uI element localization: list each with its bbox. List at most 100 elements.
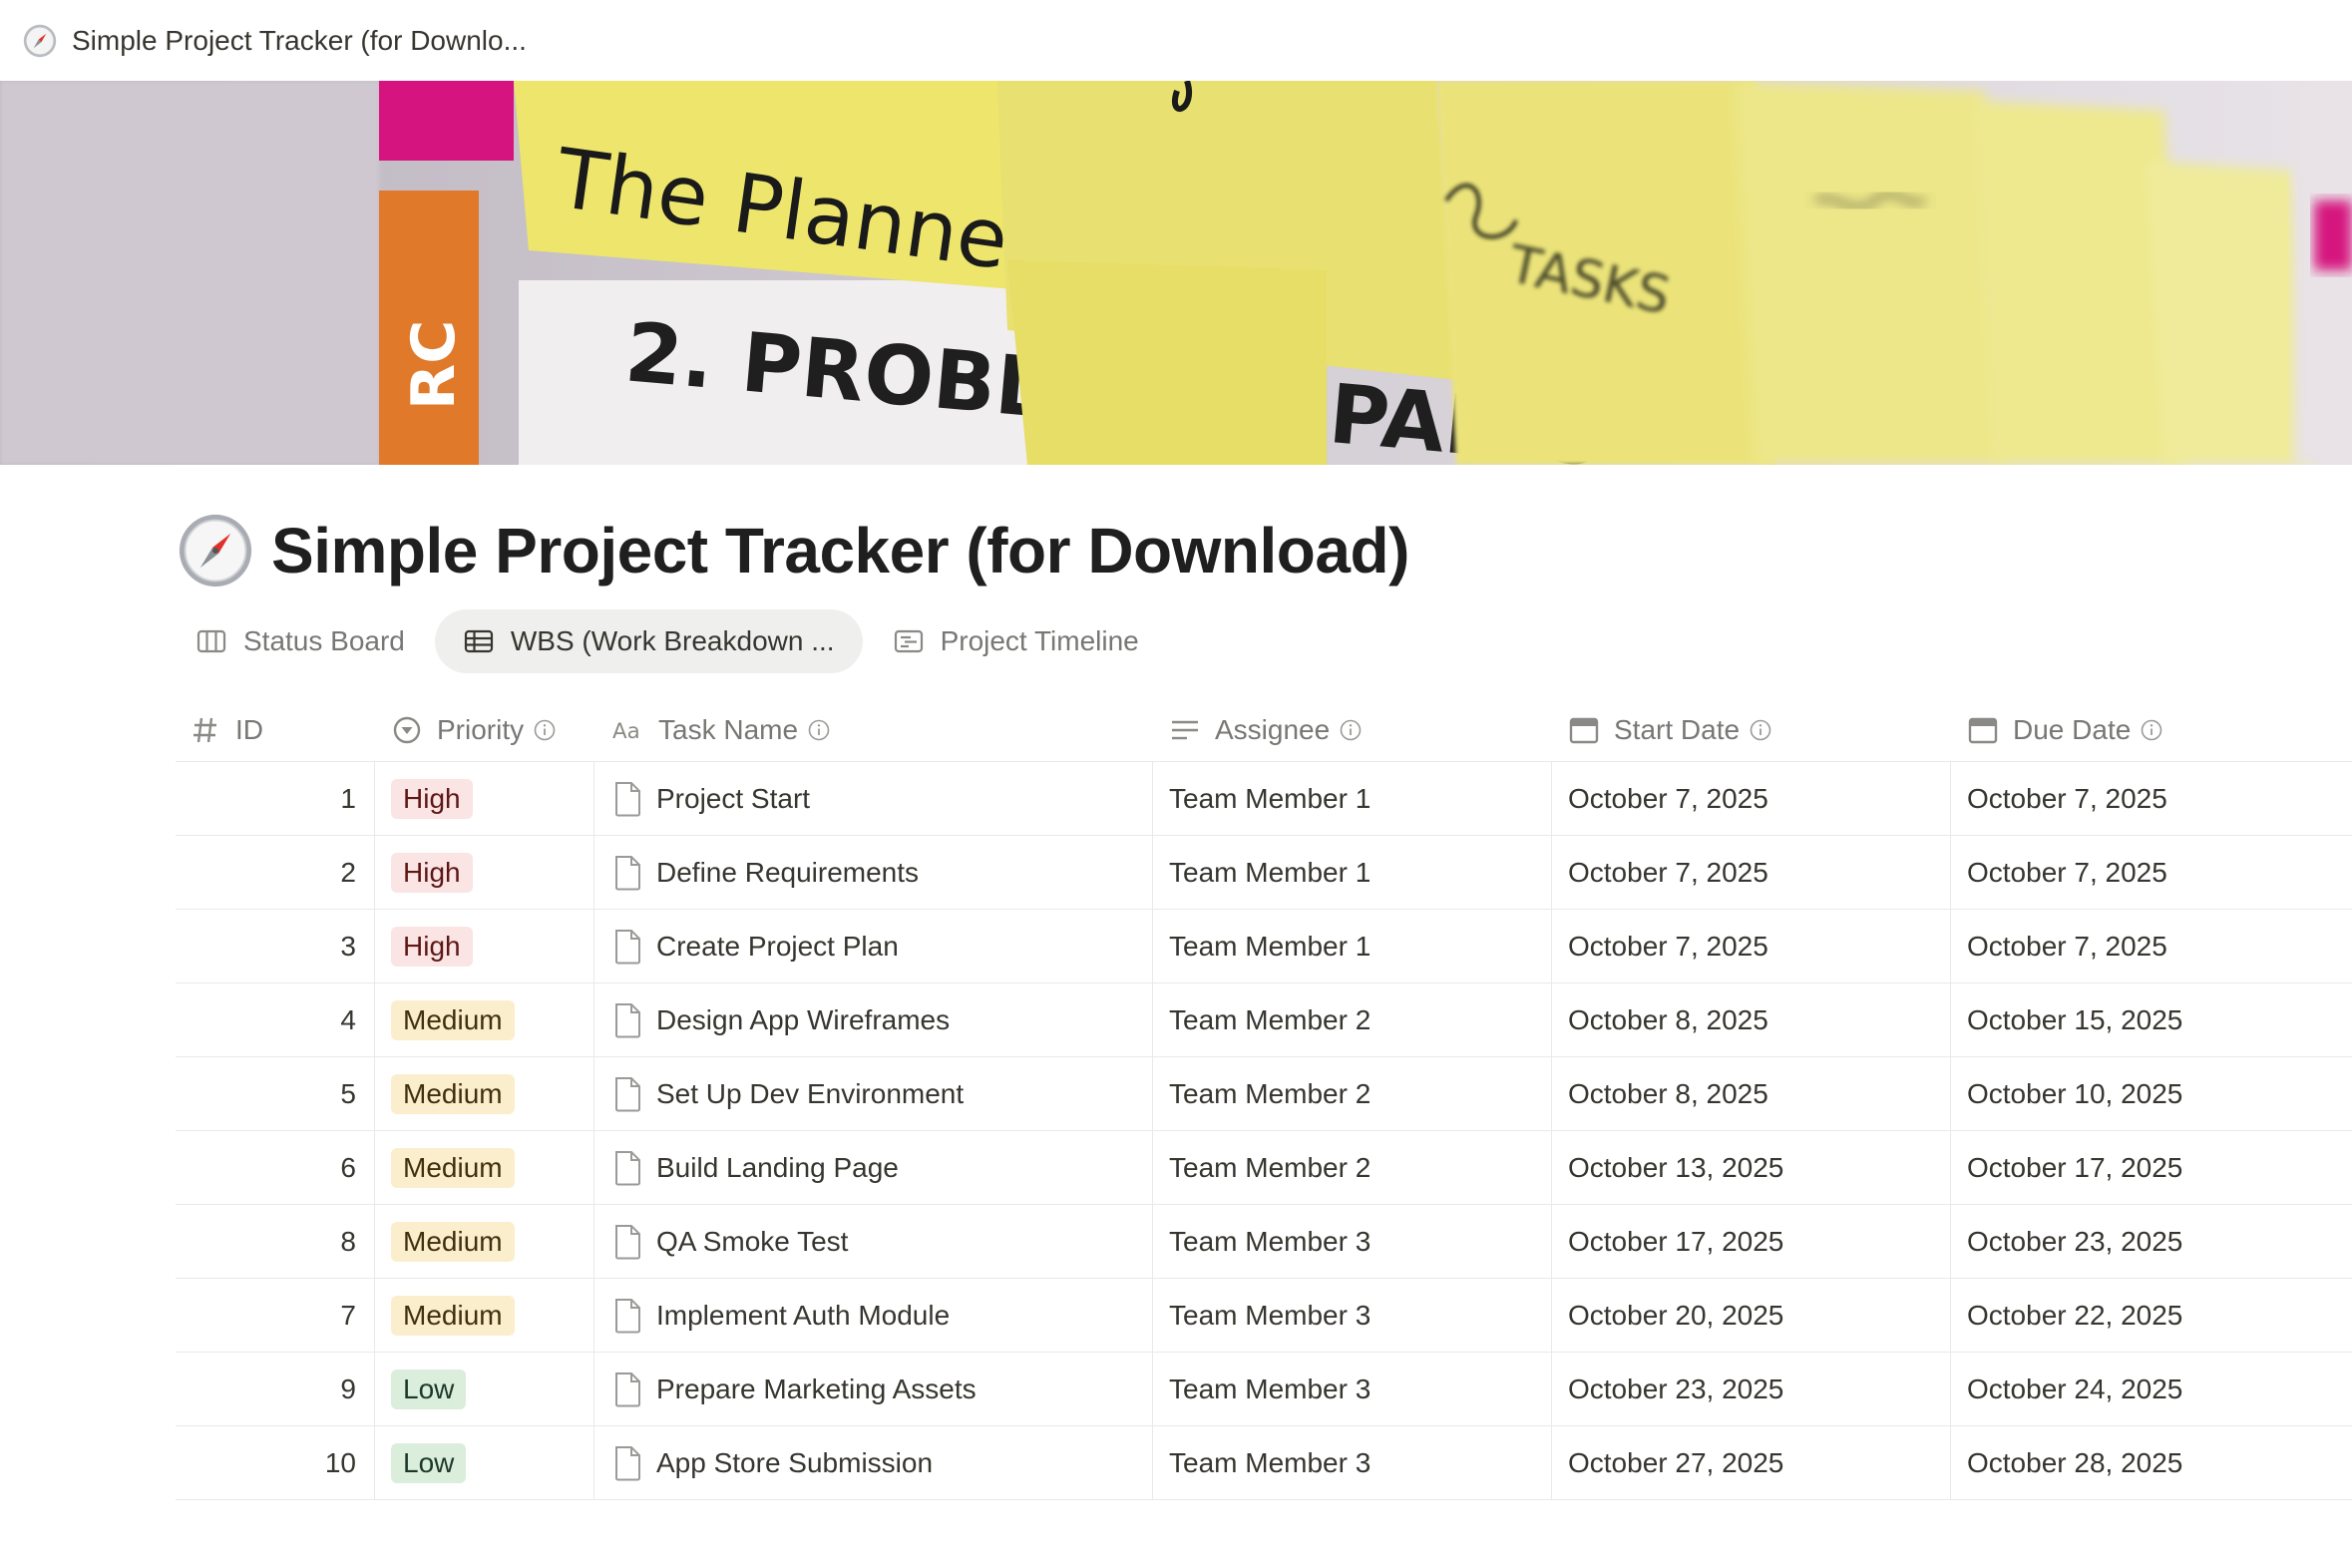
due-date-cell[interactable]: October 7, 2025 xyxy=(1951,910,2352,982)
info-icon[interactable] xyxy=(1340,719,1362,741)
start-date-value: October 20, 2025 xyxy=(1568,1299,1784,1331)
assignee-cell[interactable]: Team Member 3 xyxy=(1153,1353,1552,1425)
priority-cell[interactable]: Low xyxy=(375,1353,594,1425)
assignee-cell[interactable]: Team Member 3 xyxy=(1153,1279,1552,1352)
assignee-value: Team Member 3 xyxy=(1169,1299,1372,1331)
start-date-cell[interactable]: October 23, 2025 xyxy=(1552,1353,1951,1425)
due-date-cell[interactable]: October 17, 2025 xyxy=(1951,1131,2352,1204)
start-date-cell[interactable]: October 7, 2025 xyxy=(1552,836,1951,909)
table-row[interactable]: 4 Medium Design App Wireframes Team Memb… xyxy=(176,983,2352,1057)
task-name: Define Requirements xyxy=(656,856,920,888)
id-cell[interactable]: 4 xyxy=(176,983,375,1056)
assignee-cell[interactable]: Team Member 3 xyxy=(1153,1426,1552,1499)
assignee-cell[interactable]: Team Member 1 xyxy=(1153,836,1552,909)
due-date-cell[interactable]: October 24, 2025 xyxy=(1951,1353,2352,1425)
task-name-cell[interactable]: Define Requirements xyxy=(594,836,1153,909)
column-header-assignee[interactable]: Assignee xyxy=(1153,698,1552,761)
task-name-cell[interactable]: QA Smoke Test xyxy=(594,1205,1153,1278)
compass-icon xyxy=(23,24,57,57)
priority-cell[interactable]: High xyxy=(375,910,594,982)
assignee-cell[interactable]: Team Member 2 xyxy=(1153,1057,1552,1130)
tab-label: WBS (Work Breakdown ... xyxy=(510,625,835,656)
due-date-cell[interactable]: October 23, 2025 xyxy=(1951,1205,2352,1278)
priority-cell[interactable]: Medium xyxy=(375,1205,594,1278)
start-date-cell[interactable]: October 8, 2025 xyxy=(1552,983,1951,1056)
table-row[interactable]: 5 Medium Set Up Dev Environment Team Mem… xyxy=(176,1057,2352,1131)
start-date-cell[interactable]: October 8, 2025 xyxy=(1552,1057,1951,1130)
table-row[interactable]: 2 High Define Requirements Team Member 1… xyxy=(176,836,2352,910)
tab-title[interactable]: Simple Project Tracker (for Downlo... xyxy=(72,25,527,57)
id-cell[interactable]: 6 xyxy=(176,1131,375,1204)
due-date-cell[interactable]: October 10, 2025 xyxy=(1951,1057,2352,1130)
task-name-cell[interactable]: Build Landing Page xyxy=(594,1131,1153,1204)
due-date-cell[interactable]: October 28, 2025 xyxy=(1951,1426,2352,1499)
priority-cell[interactable]: Medium xyxy=(375,1279,594,1352)
page-icon xyxy=(615,1076,640,1111)
priority-cell[interactable]: High xyxy=(375,762,594,835)
assignee-cell[interactable]: Team Member 3 xyxy=(1153,1205,1552,1278)
id-cell[interactable]: 8 xyxy=(176,1205,375,1278)
priority-cell[interactable]: Medium xyxy=(375,983,594,1056)
info-icon[interactable] xyxy=(808,719,830,741)
table-row[interactable]: 6 Medium Build Landing Page Team Member … xyxy=(176,1131,2352,1205)
table-row[interactable]: 9 Low Prepare Marketing Assets Team Memb… xyxy=(176,1353,2352,1426)
task-name-cell[interactable]: Project Start xyxy=(594,762,1153,835)
id-cell[interactable]: 9 xyxy=(176,1353,375,1425)
assignee-cell[interactable]: Team Member 1 xyxy=(1153,762,1552,835)
info-icon[interactable] xyxy=(534,719,556,741)
due-date-cell[interactable]: October 15, 2025 xyxy=(1951,983,2352,1056)
start-date-cell[interactable]: October 20, 2025 xyxy=(1552,1279,1951,1352)
start-date-cell[interactable]: October 7, 2025 xyxy=(1552,762,1951,835)
id-cell[interactable]: 7 xyxy=(176,1279,375,1352)
info-icon[interactable] xyxy=(1750,719,1771,741)
table-row[interactable]: 7 Medium Implement Auth Module Team Memb… xyxy=(176,1279,2352,1353)
task-name-cell[interactable]: Prepare Marketing Assets xyxy=(594,1353,1153,1425)
column-header-priority[interactable]: Priority xyxy=(375,698,594,761)
start-date-value: October 8, 2025 xyxy=(1568,1077,1768,1109)
id-cell[interactable]: 3 xyxy=(176,910,375,982)
compass-icon[interactable] xyxy=(178,513,253,588)
start-date-value: October 8, 2025 xyxy=(1568,1003,1768,1035)
task-name-cell[interactable]: Set Up Dev Environment xyxy=(594,1057,1153,1130)
id-cell[interactable]: 5 xyxy=(176,1057,375,1130)
column-label: Start Date xyxy=(1614,713,1741,745)
tab-project-timeline[interactable]: Project Timeline xyxy=(875,609,1157,673)
info-icon[interactable] xyxy=(2141,719,2162,741)
start-date-cell[interactable]: October 27, 2025 xyxy=(1552,1426,1951,1499)
due-date-cell[interactable]: October 22, 2025 xyxy=(1951,1279,2352,1352)
table-row[interactable]: 3 High Create Project Plan Team Member 1… xyxy=(176,910,2352,983)
id-cell[interactable]: 10 xyxy=(176,1426,375,1499)
priority-badge: High xyxy=(391,852,473,893)
assignee-cell[interactable]: Team Member 2 xyxy=(1153,1131,1552,1204)
priority-badge: Medium xyxy=(391,1147,515,1188)
assignee-cell[interactable]: Team Member 1 xyxy=(1153,910,1552,982)
start-date-cell[interactable]: October 17, 2025 xyxy=(1552,1205,1951,1278)
page-title[interactable]: Simple Project Tracker (for Download) xyxy=(271,514,1409,588)
priority-cell[interactable]: High xyxy=(375,836,594,909)
table-row[interactable]: 1 High Project Start Team Member 1 Octob… xyxy=(176,762,2352,836)
id-cell[interactable]: 1 xyxy=(176,762,375,835)
priority-cell[interactable]: Low xyxy=(375,1426,594,1499)
tab-wbs[interactable]: WBS (Work Breakdown ... xyxy=(434,609,863,673)
tab-status-board[interactable]: Status Board xyxy=(178,609,423,673)
due-date-cell[interactable]: October 7, 2025 xyxy=(1951,836,2352,909)
column-header-due-date[interactable]: Due Date xyxy=(1951,698,2352,761)
task-name: Create Project Plan xyxy=(656,930,899,962)
assignee-cell[interactable]: Team Member 2 xyxy=(1153,983,1552,1056)
column-header-id[interactable]: ID xyxy=(176,698,375,761)
start-date-cell[interactable]: October 7, 2025 xyxy=(1552,910,1951,982)
due-date-cell[interactable]: October 7, 2025 xyxy=(1951,762,2352,835)
task-name-cell[interactable]: Design App Wireframes xyxy=(594,983,1153,1056)
priority-cell[interactable]: Medium xyxy=(375,1131,594,1204)
start-date-cell[interactable]: October 13, 2025 xyxy=(1552,1131,1951,1204)
table-row[interactable]: 8 Medium QA Smoke Test Team Member 3 Oct… xyxy=(176,1205,2352,1279)
task-name-cell[interactable]: Create Project Plan xyxy=(594,910,1153,982)
column-header-task-name[interactable]: Aa Task Name xyxy=(594,698,1153,761)
task-name-cell[interactable]: App Store Submission xyxy=(594,1426,1153,1499)
column-header-start-date[interactable]: Start Date xyxy=(1552,698,1951,761)
id-cell[interactable]: 2 xyxy=(176,836,375,909)
priority-cell[interactable]: Medium xyxy=(375,1057,594,1130)
table-row[interactable]: 10 Low App Store Submission Team Member … xyxy=(176,1426,2352,1500)
task-name-cell[interactable]: Implement Auth Module xyxy=(594,1279,1153,1352)
id-value: 9 xyxy=(340,1372,356,1404)
